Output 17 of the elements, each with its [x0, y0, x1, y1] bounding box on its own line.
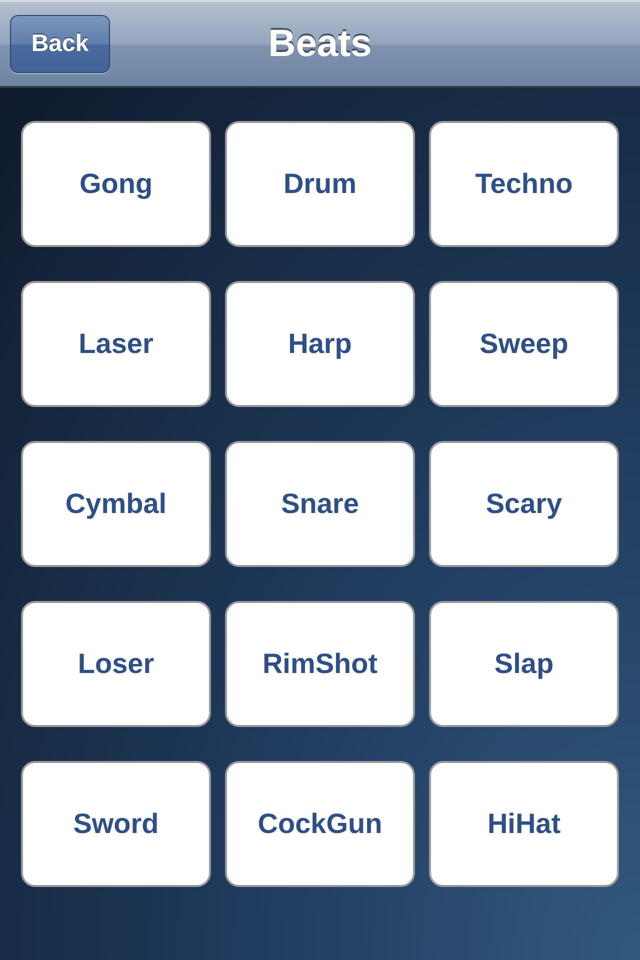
- screen-title: Beats: [268, 25, 372, 63]
- beat-button[interactable]: Techno: [429, 121, 619, 247]
- beat-button[interactable]: HiHat: [429, 761, 619, 887]
- beat-button[interactable]: Laser: [21, 281, 211, 407]
- beat-button[interactable]: Drum: [225, 121, 415, 247]
- beat-button[interactable]: Scary: [429, 441, 619, 567]
- beat-button[interactable]: RimShot: [225, 601, 415, 727]
- beat-button[interactable]: Gong: [21, 121, 211, 247]
- beat-button[interactable]: Sweep: [429, 281, 619, 407]
- beat-button[interactable]: Snare: [225, 441, 415, 567]
- beat-button[interactable]: Loser: [21, 601, 211, 727]
- back-button[interactable]: Back: [10, 15, 110, 73]
- beat-button[interactable]: Harp: [225, 281, 415, 407]
- beat-button[interactable]: CockGun: [225, 761, 415, 887]
- beat-button[interactable]: Sword: [21, 761, 211, 887]
- beat-button[interactable]: Slap: [429, 601, 619, 727]
- beat-button[interactable]: Cymbal: [21, 441, 211, 567]
